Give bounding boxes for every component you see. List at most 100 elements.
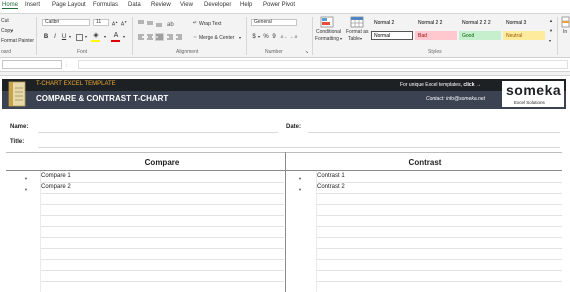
tab-review[interactable]: Review (151, 2, 171, 8)
cut-button[interactable]: Cut (1, 18, 9, 24)
alignment-buttons-icon[interactable]: ab (137, 19, 197, 47)
row-line (316, 182, 562, 183)
name-label: Name: (10, 124, 29, 130)
banner-promo-text: For unique Excel templates, (400, 82, 464, 88)
tab-formulas[interactable]: Formulas (93, 2, 118, 8)
format-as-table-icon[interactable] (350, 16, 364, 28)
name-field[interactable] (38, 132, 278, 133)
row-line (316, 226, 562, 227)
row-line (316, 270, 562, 271)
formula-bar: ⋮ (0, 58, 570, 72)
underline-dropdown-icon[interactable]: ▾ (68, 33, 72, 41)
logo-text: someka (506, 82, 562, 98)
tab-data[interactable]: Data (128, 2, 141, 8)
format-painter-button[interactable]: Format Painter (1, 38, 34, 44)
style-normal[interactable]: Normal (371, 31, 413, 40)
style-bad[interactable]: Bad (415, 31, 457, 40)
currency-dropdown-icon[interactable]: ▾ (257, 33, 261, 41)
borders-dropdown-icon[interactable]: ▾ (84, 33, 88, 41)
title-field[interactable] (38, 147, 560, 148)
styles-more-icon[interactable]: ▾ (549, 38, 551, 43)
formula-bar-divider-icon: ⋮ (64, 62, 69, 68)
wrap-text-icon[interactable]: ↵ (192, 19, 198, 27)
style-neutral[interactable]: Neutral (503, 31, 545, 40)
format-as-table-dropdown-icon[interactable]: ▾ (360, 36, 362, 41)
style-normal-2[interactable]: Normal 2 (371, 18, 413, 27)
conditional-formatting-dropdown-icon[interactable]: ▾ (340, 36, 342, 41)
tab-help[interactable]: Help (240, 2, 252, 8)
banner-promo-link[interactable]: click → (463, 82, 481, 88)
compare-item[interactable]: Compare 2 (41, 184, 71, 190)
contrast-item[interactable]: Contrast 2 (317, 184, 345, 190)
styles-scroll-up-icon[interactable]: ▲ (549, 18, 553, 23)
contrast-item[interactable]: Contrast 1 (317, 173, 345, 179)
style-normal-2-2-2[interactable]: Normal 2 2 2 (459, 18, 503, 27)
banner-template-label: T-CHART EXCEL TEMPLATE (36, 81, 116, 87)
underline-button[interactable]: U (61, 33, 67, 41)
fill-dropdown-icon[interactable]: ▾ (103, 33, 107, 41)
tab-page-layout[interactable]: Page Layout (52, 2, 86, 8)
someka-logo[interactable]: someka Excel Solutions (502, 81, 564, 107)
tab-home[interactable]: Home (2, 2, 19, 9)
merge-center-icon[interactable]: ⇔ (192, 33, 198, 41)
number-group-label: Number (265, 49, 283, 55)
format-as-table-label-1[interactable]: Format as (346, 29, 369, 35)
font-color-swatch (111, 40, 120, 42)
tab-view[interactable]: View (180, 2, 193, 8)
row-line (40, 193, 284, 194)
tchart-header-border (6, 170, 562, 171)
grow-font-icon[interactable]: A▲ (111, 18, 119, 29)
percent-button[interactable]: % (263, 33, 269, 41)
contrast-header: Contrast (408, 158, 442, 167)
number-format-select[interactable]: General (251, 19, 297, 26)
row-line (316, 248, 562, 249)
style-normal-2-2[interactable]: Normal 2 2 (415, 18, 457, 27)
style-good[interactable]: Good (459, 31, 501, 40)
conditional-formatting-label-2[interactable]: Formatting (315, 36, 339, 42)
row-line (40, 226, 284, 227)
merge-dropdown-icon[interactable]: ▾ (239, 35, 241, 40)
comma-button[interactable]: 9 (271, 33, 277, 41)
number-dialog-launcher-icon[interactable]: ↘ (305, 49, 308, 54)
wrap-text-button[interactable]: Wrap Text (199, 21, 221, 27)
font-color-icon[interactable]: A (111, 32, 121, 40)
date-label: Date: (286, 124, 302, 130)
title-label: Title: (10, 139, 25, 145)
tab-insert[interactable]: Insert (25, 2, 40, 8)
font-size-select[interactable]: 11 (93, 19, 109, 26)
compare-item[interactable]: Compare 1 (41, 173, 71, 179)
group-divider (36, 17, 37, 55)
row-line (40, 248, 284, 249)
banner-contact[interactable]: Contact: info@someka.net (426, 96, 485, 102)
decrease-decimal-icon[interactable]: ←.0 (289, 33, 298, 41)
row-bullet-icon: ▼ (24, 187, 28, 192)
conditional-formatting-icon[interactable] (320, 16, 334, 28)
format-as-table-label-2[interactable]: Table (348, 36, 360, 42)
merge-center-button[interactable]: Merge & Center (199, 35, 234, 41)
font-family-select[interactable]: Calibri (42, 19, 90, 26)
font-color-dropdown-icon[interactable]: ▾ (122, 33, 126, 41)
increase-decimal-icon[interactable]: .0→ (279, 33, 288, 41)
insert-button-truncated[interactable]: In (563, 29, 567, 35)
formula-input[interactable] (78, 60, 568, 69)
copy-dropdown-icon[interactable]: ▾ (11, 28, 13, 33)
borders-icon[interactable] (76, 34, 83, 41)
bold-button[interactable]: B (43, 33, 49, 41)
conditional-formatting-label-1[interactable]: Conditional (316, 29, 341, 35)
insert-cells-icon[interactable] (561, 16, 570, 28)
row-line (40, 237, 284, 238)
shrink-font-icon[interactable]: A▼ (120, 18, 128, 29)
name-box[interactable] (2, 60, 62, 69)
style-normal-3[interactable]: Normal 3 (503, 18, 545, 27)
tab-developer[interactable]: Developer (204, 2, 231, 8)
italic-button[interactable]: I (52, 33, 58, 41)
tab-power-pivot[interactable]: Power Pivot (263, 2, 295, 8)
row-line (316, 193, 562, 194)
styles-scroll-down-icon[interactable]: ▼ (549, 28, 553, 33)
clipboard-group-label: oard (1, 49, 12, 55)
date-field[interactable] (308, 132, 560, 133)
row-line (316, 215, 562, 216)
row-line (316, 204, 562, 205)
group-divider (246, 17, 247, 55)
fill-color-icon[interactable]: ◈ (91, 32, 101, 40)
